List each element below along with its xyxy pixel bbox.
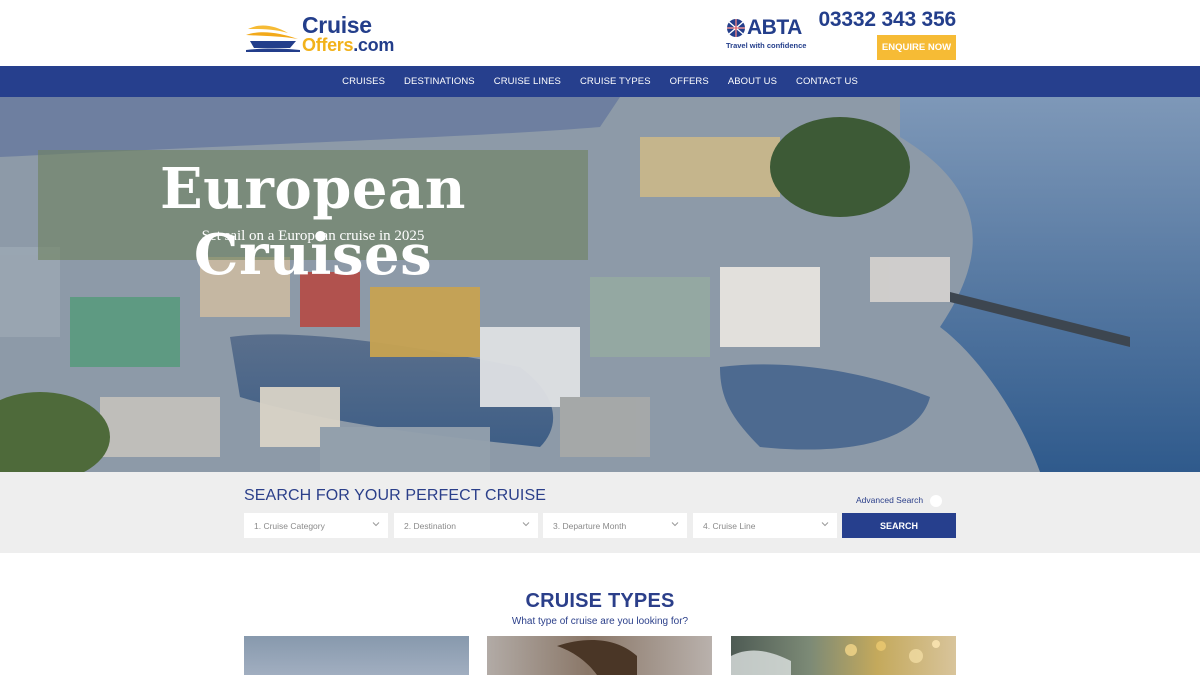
- nav-item-about-us[interactable]: ABOUT US: [728, 76, 777, 87]
- abta-logo-row: ABTA: [726, 16, 806, 40]
- chevron-down-icon: [821, 522, 829, 527]
- logo-wordmark: Cruise Offers.com: [302, 12, 394, 55]
- nav-item-contact-us[interactable]: CONTACT US: [796, 76, 858, 87]
- cruise-type-card[interactable]: [731, 636, 956, 675]
- destination-select[interactable]: 2. Destination: [394, 513, 538, 538]
- globe-icon: [727, 19, 745, 37]
- logo-accent-text: Offers: [302, 35, 354, 55]
- chevron-down-icon: [671, 522, 679, 527]
- chevron-down-icon: [372, 522, 380, 527]
- cruise-types-title: CRUISE TYPES: [525, 590, 675, 612]
- phone-number[interactable]: 03332 343 356: [818, 8, 956, 32]
- abta-tagline: Travel with confidence: [726, 41, 807, 50]
- chevron-down-icon: [522, 522, 530, 527]
- departure-month-select[interactable]: 3. Departure Month: [543, 513, 687, 538]
- enquire-now-button[interactable]: ENQUIRE NOW: [877, 35, 956, 60]
- nav-item-offers[interactable]: OFFERS: [670, 76, 709, 87]
- cruise-search-bar: SEARCH FOR YOUR PERFECT CRUISE Advanced …: [0, 472, 1200, 553]
- nav-item-cruises[interactable]: CRUISES: [342, 76, 385, 87]
- advanced-search-toggle[interactable]: [930, 495, 942, 507]
- cruise-line-select[interactable]: 4. Cruise Line: [693, 513, 837, 538]
- hero-text-panel: European Cruises Set sail on a European …: [38, 150, 588, 288]
- abta-badge: ABTA Travel with confidence: [726, 16, 806, 50]
- nav-item-destinations[interactable]: DESTINATIONS: [404, 76, 475, 87]
- nav-item-cruise-lines[interactable]: CRUISE LINES: [494, 76, 561, 87]
- woman-hair-image: [557, 640, 637, 675]
- cruise-types-subtitle: What type of cruise are you looking for?: [511, 616, 689, 627]
- logo-line2: Offers.com: [302, 36, 394, 54]
- cruise-category-select-label: 1. Cruise Category: [254, 520, 325, 531]
- main-nav: CRUISES DESTINATIONS CRUISE LINES CRUISE…: [0, 66, 1200, 97]
- site-logo[interactable]: Cruise Offers.com: [244, 14, 404, 54]
- cruise-category-select[interactable]: 1. Cruise Category: [244, 513, 388, 538]
- nav-item-cruise-types[interactable]: CRUISE TYPES: [580, 76, 651, 87]
- cruise-type-card[interactable]: [244, 636, 469, 675]
- cruise-type-card[interactable]: [487, 636, 712, 675]
- search-title: SEARCH FOR YOUR PERFECT CRUISE: [244, 487, 547, 504]
- destination-select-label: 2. Destination: [404, 520, 456, 531]
- ship-logo-icon: [246, 25, 300, 52]
- logo-suffix-text: .com: [353, 35, 395, 55]
- logo-line1: Cruise: [302, 12, 372, 38]
- search-button[interactable]: SEARCH: [842, 513, 956, 538]
- winter-market-image: [731, 640, 940, 675]
- hero-title: European Cruises: [159, 156, 467, 288]
- departure-month-select-label: 3. Departure Month: [553, 520, 627, 531]
- hero-subtitle: Set sail on a European cruise in 2025: [201, 228, 425, 244]
- cruise-line-select-label: 4. Cruise Line: [703, 520, 756, 531]
- hero-banner: European Cruises Set sail on a European …: [0, 97, 1200, 472]
- site-header: Cruise Offers.com ABTA Travel with confi…: [0, 0, 1200, 66]
- advanced-search-label[interactable]: Advanced Search: [856, 495, 923, 505]
- abta-name: ABTA: [747, 16, 802, 39]
